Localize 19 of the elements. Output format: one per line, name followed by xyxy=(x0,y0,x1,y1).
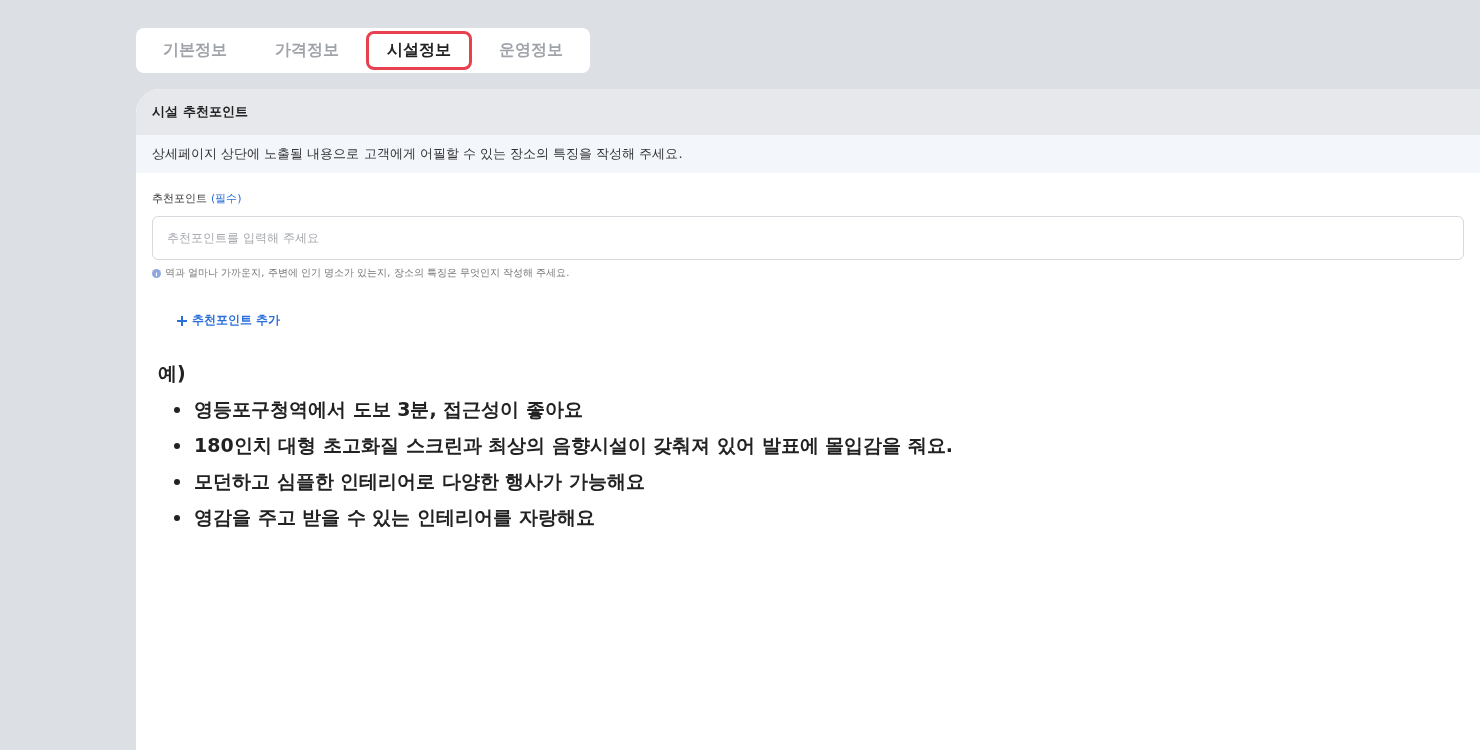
add-button[interactable]: 추천포인트 추가 xyxy=(172,308,285,333)
example-text: 영등포구청역에서 도보 3분, 접근성이 좋아요 xyxy=(194,397,583,422)
bullet-icon xyxy=(174,407,180,413)
bullet-icon xyxy=(174,443,180,449)
example-heading: 예) xyxy=(158,361,187,386)
section-description: 상세페이지 상단에 노출될 내용으로 고객에게 어필할 수 있는 장소의 특징을 작성해 주세요. xyxy=(136,135,1480,173)
info-icon xyxy=(152,268,161,278)
example-text: 모던하고 심플한 인테리어로 다양한 행사가 가능해요 xyxy=(194,469,646,494)
section-title: 시설 추천포인트 xyxy=(136,89,1480,135)
example-text: 180인치 대형 초고화질 스크린과 최상의 음향시설이 갖춰져 있어 발표에 몰입감을 줘요. xyxy=(194,433,954,458)
field-label: 추천포인트 xyxy=(152,191,207,206)
hint-text: 역과 얼마나 가까운지, 주변에 인기 명소가 있는지, 장소의 특징은 무엇인지 작성해 주세요. xyxy=(165,266,570,280)
tab[interactable]: 시설정보 xyxy=(366,31,472,70)
example-text: 영감을 주고 받을 수 있는 인테리어를 자랑해요 xyxy=(194,505,595,530)
required-mark: (필수) xyxy=(211,191,242,206)
bullet-icon xyxy=(174,479,180,485)
bullet-icon xyxy=(174,515,180,521)
input-field[interactable]: 추천포인트를 입력해 주세요 xyxy=(152,216,1464,260)
plus-icon xyxy=(176,314,188,327)
